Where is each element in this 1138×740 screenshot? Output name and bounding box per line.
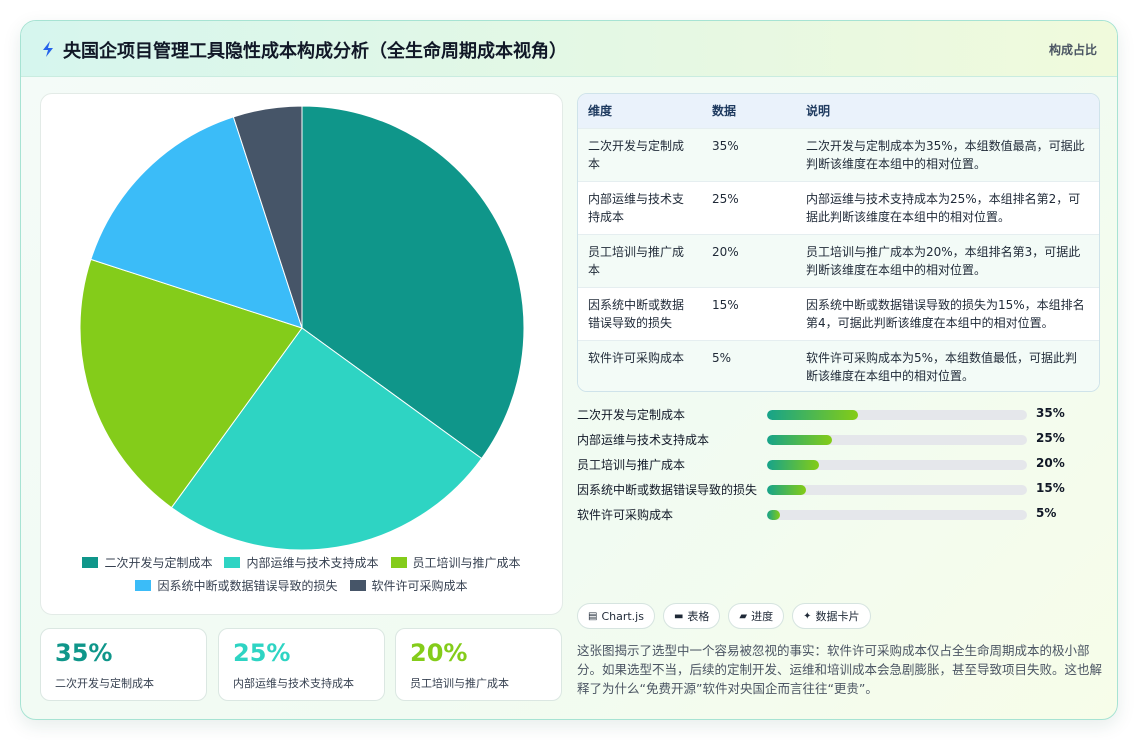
progress-row: 软件许可采购成本 5% bbox=[577, 503, 1100, 528]
chart-legend: 二次开发与定制成本 内部运维与技术支持成本 员工培训与推广成本因系统中断或数据错误导… bbox=[41, 554, 562, 594]
progress-label: 二次开发与定制成本 bbox=[577, 408, 686, 422]
stat-value: 25% bbox=[233, 639, 291, 667]
table-cell-dimension: 内部运维与技术支持成本 bbox=[578, 180, 702, 234]
legend-label: 员工培训与推广成本 bbox=[412, 556, 521, 570]
progress-label: 员工培训与推广成本 bbox=[577, 458, 686, 472]
progress-row: 员工培训与推广成本 20% bbox=[577, 453, 1100, 478]
progress-value: 5% bbox=[1036, 506, 1057, 520]
page-title: 央国企项目管理工具隐性成本构成分析（全生命周期成本视角） bbox=[63, 41, 567, 62]
stat-label: 员工培训与推广成本 bbox=[410, 677, 509, 690]
legend-item[interactable]: 内部运维与技术支持成本 bbox=[224, 554, 379, 571]
stat-card-1: 35% 二次开发与定制成本 bbox=[40, 628, 207, 701]
progress-fill bbox=[767, 435, 832, 445]
legend-label: 软件许可采购成本 bbox=[371, 579, 468, 593]
progress-fill bbox=[767, 410, 858, 420]
legend-item[interactable]: 因系统中断或数据错误导致的损失 bbox=[135, 577, 338, 594]
chip-label: 数据卡片 bbox=[815, 610, 860, 623]
legend-swatch bbox=[390, 557, 407, 568]
table-row: 因系统中断或数据错误导致的损失 15% 因系统中断或数据错误导致的损失为15%，… bbox=[578, 286, 1099, 340]
stat-card-2: 25% 内部运维与技术支持成本 bbox=[218, 628, 385, 701]
progress-row: 内部运维与技术支持成本 25% bbox=[577, 428, 1100, 453]
progress-value: 15% bbox=[1036, 481, 1065, 495]
legend-label: 内部运维与技术支持成本 bbox=[246, 556, 379, 570]
column-header: 数据 bbox=[702, 94, 796, 128]
progress-label: 内部运维与技术支持成本 bbox=[577, 433, 710, 447]
progress-value: 35% bbox=[1036, 406, 1065, 420]
progress-fill bbox=[767, 485, 806, 495]
table-cell-value: 15% bbox=[702, 286, 796, 340]
legend-item[interactable]: 员工培训与推广成本 bbox=[390, 554, 521, 571]
table-cell-description: 软件许可采购成本为5%，本组数值最低，可据此判断该维度在本组中的相对位置。 bbox=[796, 339, 1099, 391]
table-cell-value: 20% bbox=[702, 233, 796, 287]
header-tag: 构成占比 bbox=[1048, 43, 1097, 57]
lightning-icon bbox=[43, 41, 53, 57]
table-cell-description: 因系统中断或数据错误导致的损失为15%，本组排名第4，可据此判断该维度在本组中的… bbox=[796, 286, 1099, 340]
legend-label: 因系统中断或数据错误导致的损失 bbox=[157, 579, 338, 593]
progress-bars: 二次开发与定制成本 35% 内部运维与技术支持成本 25% 员工培训与推广成本 … bbox=[577, 403, 1100, 528]
chip-chartjs[interactable]: ▤ Chart.js bbox=[577, 603, 655, 629]
table-cell-dimension: 软件许可采购成本 bbox=[578, 339, 702, 391]
legend-label: 二次开发与定制成本 bbox=[104, 556, 213, 570]
progress-fill bbox=[767, 460, 819, 470]
table-header-row: 维度 数据 说明 bbox=[578, 94, 1099, 128]
progress-label: 软件许可采购成本 bbox=[577, 508, 674, 522]
chip-table[interactable]: ▬ 表格 bbox=[662, 603, 721, 629]
data-table: 维度 数据 说明 二次开发与定制成本 35% 二次开发与定制成本为35%，本组数… bbox=[577, 93, 1100, 392]
table-cell-dimension: 员工培训与推广成本 bbox=[578, 233, 702, 287]
table-cell-description: 内部运维与技术支持成本为25%，本组排名第2，可据此判断该维度在本组中的相对位置… bbox=[796, 180, 1099, 234]
table-cell-value: 25% bbox=[702, 180, 796, 234]
legend-swatch bbox=[82, 557, 99, 568]
header-bar: 央国企项目管理工具隐性成本构成分析（全生命周期成本视角） 构成占比 bbox=[21, 21, 1117, 77]
legend-swatch bbox=[349, 580, 366, 591]
progress-label: 因系统中断或数据错误导致的损失 bbox=[577, 483, 758, 497]
progress-track bbox=[767, 485, 1027, 495]
table-cell-description: 员工培训与推广成本为20%，本组排名第3，可据此判断该维度在本组中的相对位置。 bbox=[796, 233, 1099, 287]
pie-chart-panel: 二次开发与定制成本 内部运维与技术支持成本 员工培训与推广成本因系统中断或数据错误导… bbox=[40, 93, 563, 615]
chip-label: 表格 bbox=[687, 610, 710, 623]
chip-progress[interactable]: ▰ 进度 bbox=[728, 603, 785, 629]
summary-text: 这张图揭示了选型中一个容易被忽视的事实：软件许可采购成本仅占全生命周期成本的极小… bbox=[577, 643, 1103, 696]
legend-item[interactable]: 二次开发与定制成本 bbox=[82, 554, 212, 571]
sparkle-icon: ✦ bbox=[803, 610, 812, 622]
progress-fill bbox=[767, 510, 780, 520]
column-header: 维度 bbox=[578, 94, 702, 128]
progress-value: 20% bbox=[1036, 456, 1065, 470]
feature-chips: ▤ Chart.js ▬ 表格 ▰ 进度 ✦ 数据卡片 bbox=[577, 603, 871, 629]
stat-card-3: 20% 员工培训与推广成本 bbox=[395, 628, 562, 701]
chip-label: 进度 bbox=[751, 610, 774, 623]
dashboard-card: 央国企项目管理工具隐性成本构成分析（全生命周期成本视角） 构成占比 二次开发与定… bbox=[20, 20, 1118, 720]
progress-track bbox=[767, 410, 1027, 420]
progress-track bbox=[767, 460, 1027, 470]
table-row: 员工培训与推广成本 20% 员工培训与推广成本为20%，本组排名第3，可据此判断… bbox=[578, 233, 1099, 287]
table-cell-dimension: 因系统中断或数据错误导致的损失 bbox=[578, 286, 702, 340]
legend-swatch bbox=[224, 557, 241, 568]
progress-track bbox=[767, 435, 1027, 445]
progress-value: 25% bbox=[1036, 431, 1065, 445]
table-row: 内部运维与技术支持成本 25% 内部运维与技术支持成本为25%，本组排名第2，可… bbox=[578, 180, 1099, 234]
stat-label: 内部运维与技术支持成本 bbox=[233, 677, 354, 690]
chart-icon: ▤ bbox=[588, 610, 598, 622]
legend-item[interactable]: 软件许可采购成本 bbox=[349, 577, 468, 594]
stat-value: 20% bbox=[410, 639, 468, 667]
stat-value: 35% bbox=[55, 639, 113, 667]
chip-data-card[interactable]: ✦ 数据卡片 bbox=[792, 603, 871, 629]
progress-icon: ▰ bbox=[739, 610, 748, 622]
column-header: 说明 bbox=[796, 94, 1099, 128]
legend-swatch bbox=[135, 580, 152, 591]
progress-track bbox=[767, 510, 1027, 520]
table-row: 软件许可采购成本 5% 软件许可采购成本为5%，本组数值最低，可据此判断该维度在… bbox=[578, 339, 1099, 391]
table-icon: ▬ bbox=[673, 610, 684, 622]
stat-label: 二次开发与定制成本 bbox=[55, 677, 154, 690]
table-cell-dimension: 二次开发与定制成本 bbox=[578, 127, 702, 181]
table-cell-value: 35% bbox=[702, 127, 796, 181]
table-cell-description: 二次开发与定制成本为35%，本组数值最高，可据此判断该维度在本组中的相对位置。 bbox=[796, 127, 1099, 181]
table-row: 二次开发与定制成本 35% 二次开发与定制成本为35%，本组数值最高，可据此判断… bbox=[578, 127, 1099, 181]
chip-label: Chart.js bbox=[601, 609, 644, 623]
progress-row: 因系统中断或数据错误导致的损失 15% bbox=[577, 478, 1100, 503]
pie-chart bbox=[79, 105, 525, 551]
progress-row: 二次开发与定制成本 35% bbox=[577, 403, 1100, 428]
table-cell-value: 5% bbox=[702, 339, 796, 391]
